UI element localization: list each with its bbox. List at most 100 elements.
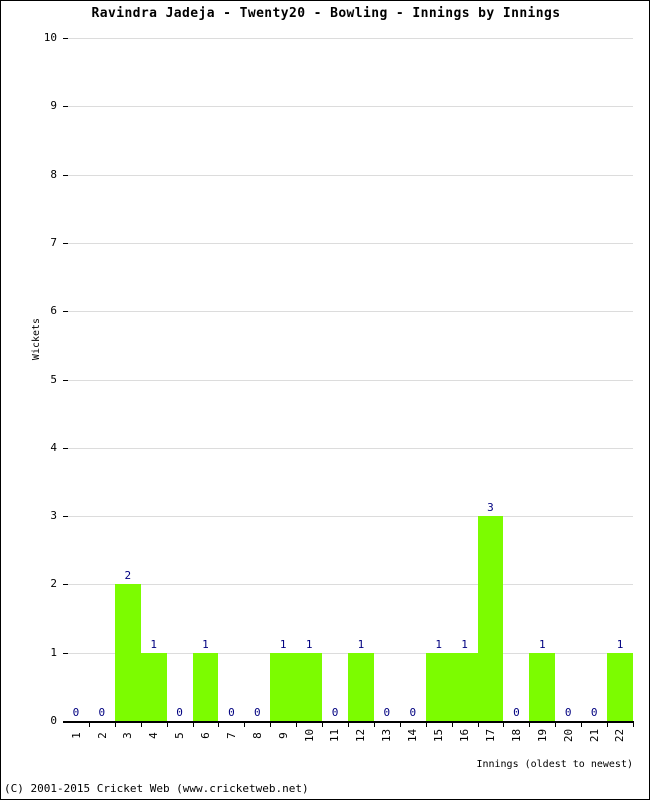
- x-tick-mark: [296, 722, 297, 727]
- bar-value-label: 0: [254, 706, 261, 719]
- bar[interactable]: [192, 652, 219, 721]
- y-tick-label: 7: [50, 235, 57, 249]
- x-tick-mark: [581, 722, 582, 727]
- x-tick-label-text: 2: [95, 732, 109, 739]
- x-tick-label-text: 17: [483, 728, 497, 743]
- bar-value-label: 1: [616, 637, 624, 651]
- bar[interactable]: [477, 516, 504, 721]
- x-tick-mark: [633, 722, 634, 727]
- chart-frame: Ravindra Jadeja - Twenty20 - Bowling - I…: [0, 0, 650, 800]
- x-tick-label: 7: [218, 729, 244, 742]
- gridline: [63, 516, 633, 517]
- bar-value-label: 1: [202, 637, 209, 651]
- y-tick-mark: [63, 38, 68, 39]
- y-tick-label: 2: [50, 577, 57, 591]
- bar[interactable]: [270, 652, 297, 721]
- bar-value-label: 0: [228, 706, 235, 719]
- x-tick-label: 20: [555, 729, 581, 742]
- x-tick-label-text: 5: [173, 732, 187, 739]
- gridline: [63, 380, 633, 381]
- gridline: [63, 448, 633, 449]
- x-tick-label: 19: [529, 729, 555, 742]
- x-tick-label: 15: [426, 729, 452, 742]
- x-tick-label-text: 10: [302, 728, 316, 743]
- x-tick-mark: [503, 722, 504, 727]
- x-tick-mark: [89, 722, 90, 727]
- x-tick-mark: [374, 722, 375, 727]
- gridline: [63, 38, 633, 39]
- x-tick-mark: [167, 722, 168, 727]
- bar[interactable]: [607, 652, 633, 721]
- bar-value-label: 0: [383, 706, 391, 719]
- x-tick-label: 16: [452, 729, 478, 742]
- bar[interactable]: [348, 652, 374, 721]
- x-tick-label-text: 9: [276, 732, 290, 739]
- x-tick-label: 8: [244, 729, 270, 742]
- x-tick-mark: [555, 722, 556, 727]
- bar-value-label: 0: [409, 706, 417, 719]
- y-tick-mark: [63, 175, 68, 176]
- bar-value-label: 1: [150, 637, 157, 651]
- x-tick-mark: [322, 722, 323, 727]
- gridline: [63, 584, 633, 585]
- x-tick-mark: [141, 722, 142, 727]
- footer-copyright: (C) 2001-2015 Cricket Web (www.cricketwe…: [4, 782, 309, 795]
- x-tick-mark: [244, 722, 245, 727]
- bar-value-label: 1: [539, 637, 546, 651]
- y-tick-label: 4: [50, 440, 57, 454]
- bar[interactable]: [425, 652, 452, 721]
- x-tick-label-text: 1: [69, 732, 83, 739]
- y-tick-label: 9: [50, 99, 57, 113]
- x-tick-label-text: 6: [198, 732, 212, 739]
- bar[interactable]: [529, 652, 556, 721]
- x-tick-label: 11: [322, 729, 348, 742]
- x-tick-label: 1: [63, 729, 89, 742]
- x-tick-label-text: 4: [147, 732, 161, 739]
- y-tick-mark: [63, 584, 68, 585]
- x-tick-label-text: 12: [354, 728, 368, 743]
- x-tick-mark: [348, 722, 349, 727]
- bar[interactable]: [296, 652, 323, 721]
- bar[interactable]: [114, 584, 141, 721]
- y-tick-mark: [63, 311, 68, 312]
- bar-value-label: 0: [513, 706, 520, 719]
- x-tick-mark: [218, 722, 219, 727]
- x-tick-label: 22: [607, 729, 633, 742]
- x-tick-mark: [115, 722, 116, 727]
- x-tick-label-text: 16: [458, 728, 472, 743]
- y-tick-mark: [63, 653, 68, 654]
- bar-value-label: 0: [331, 706, 339, 719]
- bar-value-label: 2: [124, 569, 132, 583]
- x-tick-label: 12: [348, 729, 374, 742]
- plot-area: [63, 38, 633, 721]
- gridline: [63, 106, 633, 107]
- bar-value-label: 0: [98, 706, 106, 719]
- x-tick-label: 2: [89, 729, 115, 742]
- bar[interactable]: [451, 652, 478, 721]
- x-tick-label-text: 14: [406, 728, 420, 743]
- y-tick-mark: [63, 106, 68, 107]
- bar[interactable]: [140, 652, 167, 721]
- x-tick-label: 14: [400, 729, 426, 742]
- gridline: [63, 243, 633, 244]
- x-tick-label-text: 22: [613, 728, 627, 743]
- x-tick-label-text: 3: [121, 732, 135, 739]
- x-tick-mark: [478, 722, 479, 727]
- x-tick-label-text: 13: [380, 728, 394, 743]
- x-tick-label: 21: [581, 729, 607, 742]
- x-tick-label-text: 18: [509, 728, 523, 743]
- bar-value-label: 0: [72, 706, 80, 719]
- y-tick-label: 1: [50, 645, 57, 659]
- bar-value-label: 1: [357, 637, 365, 651]
- bar-value-label: 1: [279, 637, 287, 651]
- x-tick-label: 9: [270, 729, 296, 742]
- x-tick-mark: [270, 722, 271, 727]
- y-tick-mark: [63, 243, 68, 244]
- x-tick-label-text: 15: [432, 728, 446, 743]
- x-tick-mark: [426, 722, 427, 727]
- y-tick-mark: [63, 721, 68, 722]
- x-tick-label: 6: [193, 729, 219, 742]
- bar-value-label: 1: [305, 637, 313, 651]
- x-tick-label: 3: [115, 729, 141, 742]
- x-tick-label-text: 20: [561, 728, 575, 743]
